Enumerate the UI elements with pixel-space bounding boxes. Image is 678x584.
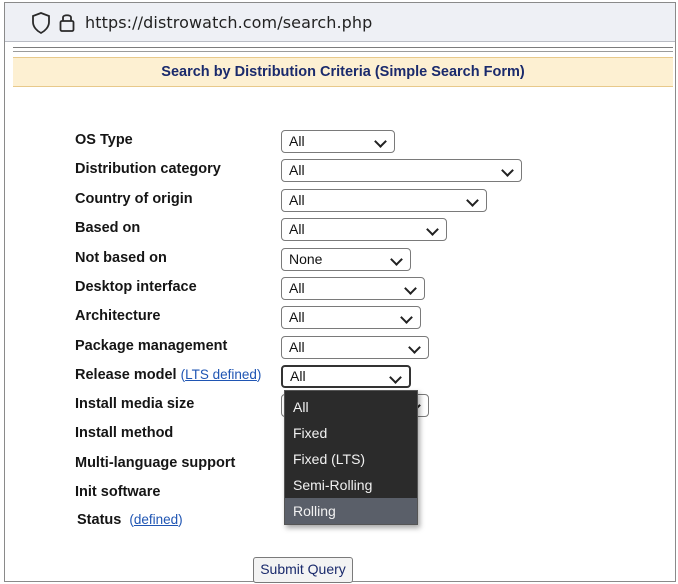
architecture-select[interactable]: All — [281, 306, 421, 329]
label-country-of-origin: Country of origin — [75, 191, 193, 207]
label-package-management: Package management — [75, 338, 228, 354]
country-of-origin-select[interactable]: All — [281, 189, 487, 212]
architecture-value: All — [289, 309, 305, 325]
label-status: Status (defined) — [77, 512, 183, 528]
dropdown-option-fixed[interactable]: Fixed — [285, 420, 417, 446]
chevron-down-icon — [390, 253, 403, 266]
lock-icon[interactable] — [59, 12, 75, 32]
based-on-select[interactable]: All — [281, 218, 447, 241]
label-multi-language-support: Multi-language support — [75, 455, 236, 471]
label-os-type: OS Type — [75, 132, 133, 148]
dropdown-option-fixed-lts[interactable]: Fixed (LTS) — [285, 446, 417, 472]
not-based-on-select[interactable]: None — [281, 248, 411, 271]
divider — [13, 47, 673, 48]
address-bar[interactable]: https://distrowatch.com/search.php — [5, 3, 675, 42]
chevron-down-icon — [374, 135, 387, 148]
status-label-text: Status — [77, 512, 122, 528]
os-type-value: All — [289, 133, 305, 149]
submit-query-button[interactable]: Submit Query — [253, 557, 353, 583]
release-model-select[interactable]: All — [281, 365, 411, 388]
release-model-label-text: Release model — [75, 367, 177, 383]
chevron-down-icon — [404, 282, 417, 295]
label-based-on: Based on — [75, 220, 141, 236]
os-type-select[interactable]: All — [281, 130, 395, 153]
label-install-method: Install method — [75, 425, 174, 441]
url-text[interactable]: https://distrowatch.com/search.php — [85, 13, 372, 32]
desktop-interface-value: All — [289, 280, 305, 296]
label-release-model: Release model (LTS defined) — [75, 367, 262, 383]
package-management-select[interactable]: All — [281, 336, 429, 359]
chevron-down-icon — [408, 341, 421, 354]
lts-defined-link[interactable]: LTS defined — [185, 367, 257, 382]
label-distribution-category: Distribution category — [75, 161, 221, 177]
chevron-down-icon — [466, 194, 479, 207]
divider — [13, 51, 673, 52]
desktop-interface-select[interactable]: All — [281, 277, 425, 300]
dropdown-option-all[interactable]: All — [285, 394, 417, 420]
chevron-down-icon — [426, 223, 439, 236]
label-init-software: Init software — [75, 484, 161, 500]
based-on-value: All — [289, 221, 305, 237]
status-defined-link[interactable]: defined — [134, 512, 178, 527]
chevron-down-icon — [389, 371, 402, 384]
package-management-value: All — [289, 339, 305, 355]
dropdown-option-semi-rolling[interactable]: Semi-Rolling — [285, 472, 417, 498]
chevron-down-icon — [400, 311, 413, 324]
country-of-origin-value: All — [289, 192, 305, 208]
page-title: Search by Distribution Criteria (Simple … — [13, 57, 673, 87]
label-desktop-interface: Desktop interface — [75, 279, 197, 295]
shield-icon[interactable] — [31, 12, 51, 35]
label-not-based-on: Not based on — [75, 250, 167, 266]
label-install-media-size: Install media size — [75, 396, 195, 412]
chevron-down-icon — [501, 164, 514, 177]
dropdown-option-rolling[interactable]: Rolling — [285, 498, 417, 524]
label-architecture: Architecture — [75, 308, 161, 324]
browser-window: https://distrowatch.com/search.php Searc… — [4, 2, 676, 583]
release-model-value: All — [290, 368, 306, 384]
not-based-on-value: None — [289, 251, 323, 267]
distribution-category-value: All — [289, 162, 305, 178]
distribution-category-select[interactable]: All — [281, 159, 522, 182]
release-model-dropdown: All Fixed Fixed (LTS) Semi-Rolling Rolli… — [284, 390, 418, 525]
